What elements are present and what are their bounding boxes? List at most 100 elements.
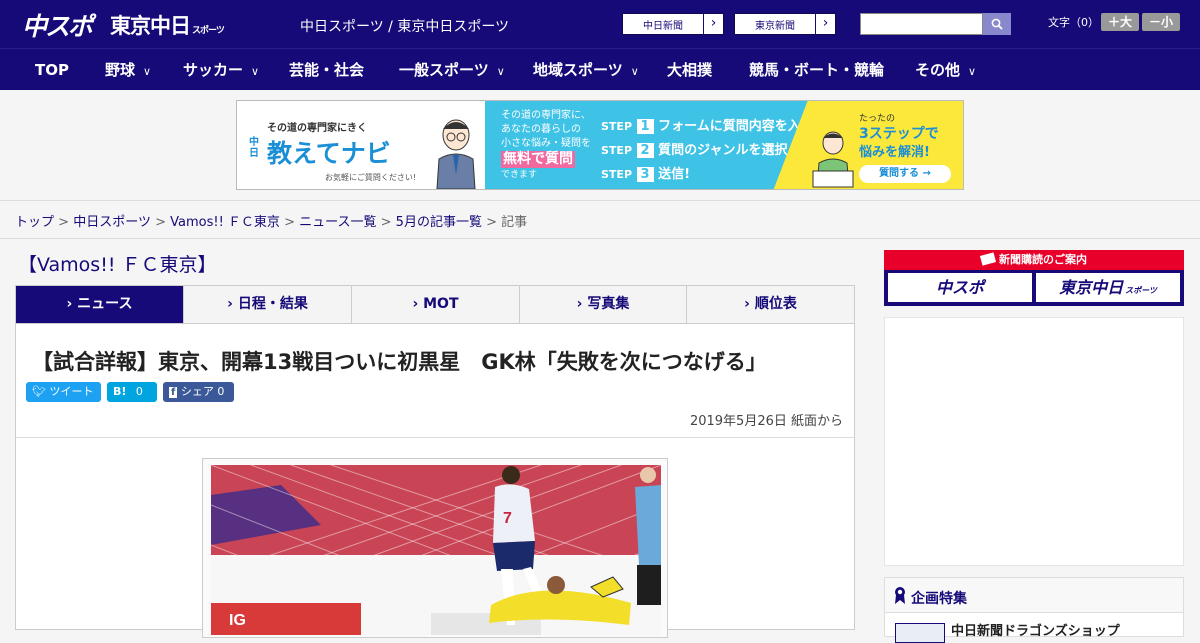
font-larger-button[interactable]: ＋大 (1101, 13, 1139, 31)
nav-item-label: 地域スポーツ (533, 61, 623, 79)
facebook-share-button[interactable]: f シェア 0 (163, 382, 234, 402)
feature-heading: 企画特集 (885, 578, 1183, 613)
search-icon (991, 18, 1003, 30)
search-input[interactable] (860, 13, 983, 35)
ribbon-icon (895, 587, 905, 604)
chunichi-shimbun-link[interactable]: 中日新聞 › (622, 13, 724, 35)
ad-banner-step-num: 3 (636, 167, 654, 182)
tab-mot[interactable]: › MOT (352, 286, 520, 323)
breadcrumb-link-news-list[interactable]: ニュース一覧 (299, 215, 376, 230)
facebook-icon: f (169, 387, 178, 398)
ad-banner-step-label: STEP (601, 144, 633, 157)
ad-banner-step-label: STEP (601, 120, 633, 133)
tab-news[interactable]: › ニュース (16, 286, 184, 323)
nav-item-entertainment[interactable]: 芸能・社会 (289, 49, 364, 91)
article-photo-frame: IG 7 (202, 458, 668, 638)
breadcrumb-separator: > (486, 215, 497, 230)
tab-standings[interactable]: › 順位表 (687, 286, 854, 323)
feature-box: 企画特集 中日新聞ドラゴンズショップ (884, 577, 1184, 643)
tab-photos[interactable]: › 写真集 (520, 286, 687, 323)
sidebar-ad-slot[interactable] (884, 317, 1184, 566)
ad-banner-step-label: STEP (601, 168, 633, 181)
nav-item-racing[interactable]: 競馬・ボート・競輪 (749, 49, 884, 91)
ad-banner-ask-button[interactable]: 質問する → (859, 165, 951, 183)
main-nav: TOP 野球 ∨ サッカー ∨ 芸能・社会 一般スポーツ ∨ 地域スポーツ ∨ 大相撲 … (0, 48, 1200, 90)
subscribe-chuspo-link[interactable]: 中スポ (888, 273, 1032, 302)
hatena-icon: B! (113, 385, 127, 398)
chevron-right-icon: › (815, 14, 835, 34)
article-date: 2019年5月26日 紙面から (689, 414, 843, 429)
ad-banner-brand-panel: その道の専門家にきく 中日 教えてナビ お気軽にご質問ください! (237, 101, 485, 189)
chevron-down-icon: ∨ (143, 65, 152, 78)
hatena-bookmark-button[interactable]: B! 0 (107, 382, 157, 402)
tokyo-chunichi-logo[interactable]: 東京中日 スポーツ (110, 10, 225, 40)
svg-text:IG: IG (229, 612, 246, 629)
search-button[interactable] (983, 13, 1011, 35)
section-title[interactable]: 【Vamos!! ＦＣ東京】 (18, 250, 216, 277)
ad-banner-mid-end: できます (501, 170, 538, 180)
subscription-box: 新聞購読のご案内 中スポ 東京中日 スポーツ (884, 250, 1184, 306)
breadcrumb-current: 記事 (501, 215, 528, 230)
article-photo[interactable]: IG 7 (211, 465, 661, 635)
font-smaller-button[interactable]: －小 (1142, 13, 1180, 31)
tab-label: 写真集 (587, 296, 630, 312)
chevron-right-icon: › (66, 296, 78, 312)
tab-schedule-results[interactable]: › 日程・結果 (184, 286, 352, 323)
article-headline: 【試合詳報】東京、開幕13戦目ついに初黒星 GK林「失敗を次につなげる」 (32, 350, 767, 374)
divider (16, 437, 854, 438)
ad-banner-brand: 教えてナビ (267, 139, 391, 168)
article-card: 【試合詳報】東京、開幕13戦目ついに初黒星 GK林「失敗を次につなげる」 🐦︎ … (15, 324, 855, 638)
ad-banner-sub: お気軽にご質問ください! (325, 173, 417, 182)
nav-item-soccer[interactable]: サッカー ∨ (183, 49, 259, 91)
tab-label: 順位表 (754, 296, 797, 312)
ad-banner-step-text: 質問のジャンルを選択 (658, 143, 788, 158)
breadcrumb-link-may-articles[interactable]: 5月の記事一覧 (396, 215, 482, 230)
tokyo-shimbun-label: 東京新聞 (755, 21, 795, 32)
chevron-down-icon: ∨ (630, 65, 639, 78)
tokyo-chunichi-logo-text: 東京中日 (110, 14, 191, 38)
tweet-button[interactable]: 🐦︎ ツイート (26, 382, 101, 402)
subscribe-tokyo-chunichi-link[interactable]: 東京中日 スポーツ (1036, 273, 1180, 302)
tokyo-shimbun-link[interactable]: 東京新聞 › (734, 13, 836, 35)
ad-banner-step: STEP 3 送信! (601, 163, 690, 182)
breadcrumb: トップ > 中日スポーツ > Vamos!! ＦＣ東京 > ニュース一覧 > 5… (15, 211, 527, 230)
tab-label: MOT (423, 296, 459, 312)
breadcrumb-separator: > (284, 215, 295, 230)
chunichi-shimbun-label: 中日新聞 (643, 21, 683, 32)
oshiete-navi-ad-banner[interactable]: その道の専門家にきく 中日 教えてナビ お気軽にご質問ください! その道の専門家… (236, 100, 964, 190)
chevron-right-icon: › (744, 296, 755, 312)
nav-item-other[interactable]: その他 ∨ (915, 49, 976, 91)
chevron-down-icon: ∨ (968, 65, 977, 78)
nav-item-sumo[interactable]: 大相撲 (667, 49, 712, 91)
nav-item-label: 一般スポーツ (399, 61, 489, 79)
tab-label: 日程・結果 (237, 296, 308, 312)
feature-thumbnail[interactable] (895, 623, 945, 643)
nav-item-label: 芸能・社会 (289, 61, 365, 79)
facebook-label: シェア (180, 385, 214, 398)
breadcrumb-separator: > (380, 215, 392, 230)
ad-banner-step: STEP 2 質問のジャンルを選択 (601, 139, 787, 158)
breadcrumb-separator: > (58, 215, 70, 230)
subscribe-tokyo-chunichi-label: 東京中日 (1059, 278, 1124, 297)
tokyo-chunichi-logo-sub: スポーツ (192, 26, 225, 36)
ad-banner-step-num: 1 (636, 119, 654, 134)
chuspo-logo[interactable]: 中スポ (22, 7, 93, 43)
chevron-right-icon: › (703, 14, 723, 34)
facebook-count: 0 (217, 385, 225, 398)
breadcrumb-link-top[interactable]: トップ (15, 215, 54, 230)
nav-item-label: 野球 (105, 61, 136, 79)
nav-item-general-sports[interactable]: 一般スポーツ ∨ (399, 49, 505, 91)
ad-banner-step-num: 2 (636, 143, 654, 158)
tab-label: ニュース (77, 296, 133, 312)
nav-item-local-sports[interactable]: 地域スポーツ ∨ (533, 49, 639, 91)
subscription-heading-text: 新聞購読のご案内 (999, 253, 1087, 266)
ticket-icon (979, 252, 997, 266)
ad-banner-mid-line: あなたの暮らしの (501, 124, 581, 135)
twitter-icon: 🐦︎ (32, 385, 46, 398)
breadcrumb-link-chunichi-sports[interactable]: 中日スポーツ (73, 215, 151, 230)
nav-item-top[interactable]: TOP (35, 49, 69, 91)
nav-item-baseball[interactable]: 野球 ∨ (105, 49, 151, 91)
breadcrumb-link-vamos[interactable]: Vamos!! ＦＣ東京 (170, 215, 280, 230)
hatena-count: 0 (135, 385, 143, 398)
chevron-down-icon: ∨ (251, 65, 260, 78)
